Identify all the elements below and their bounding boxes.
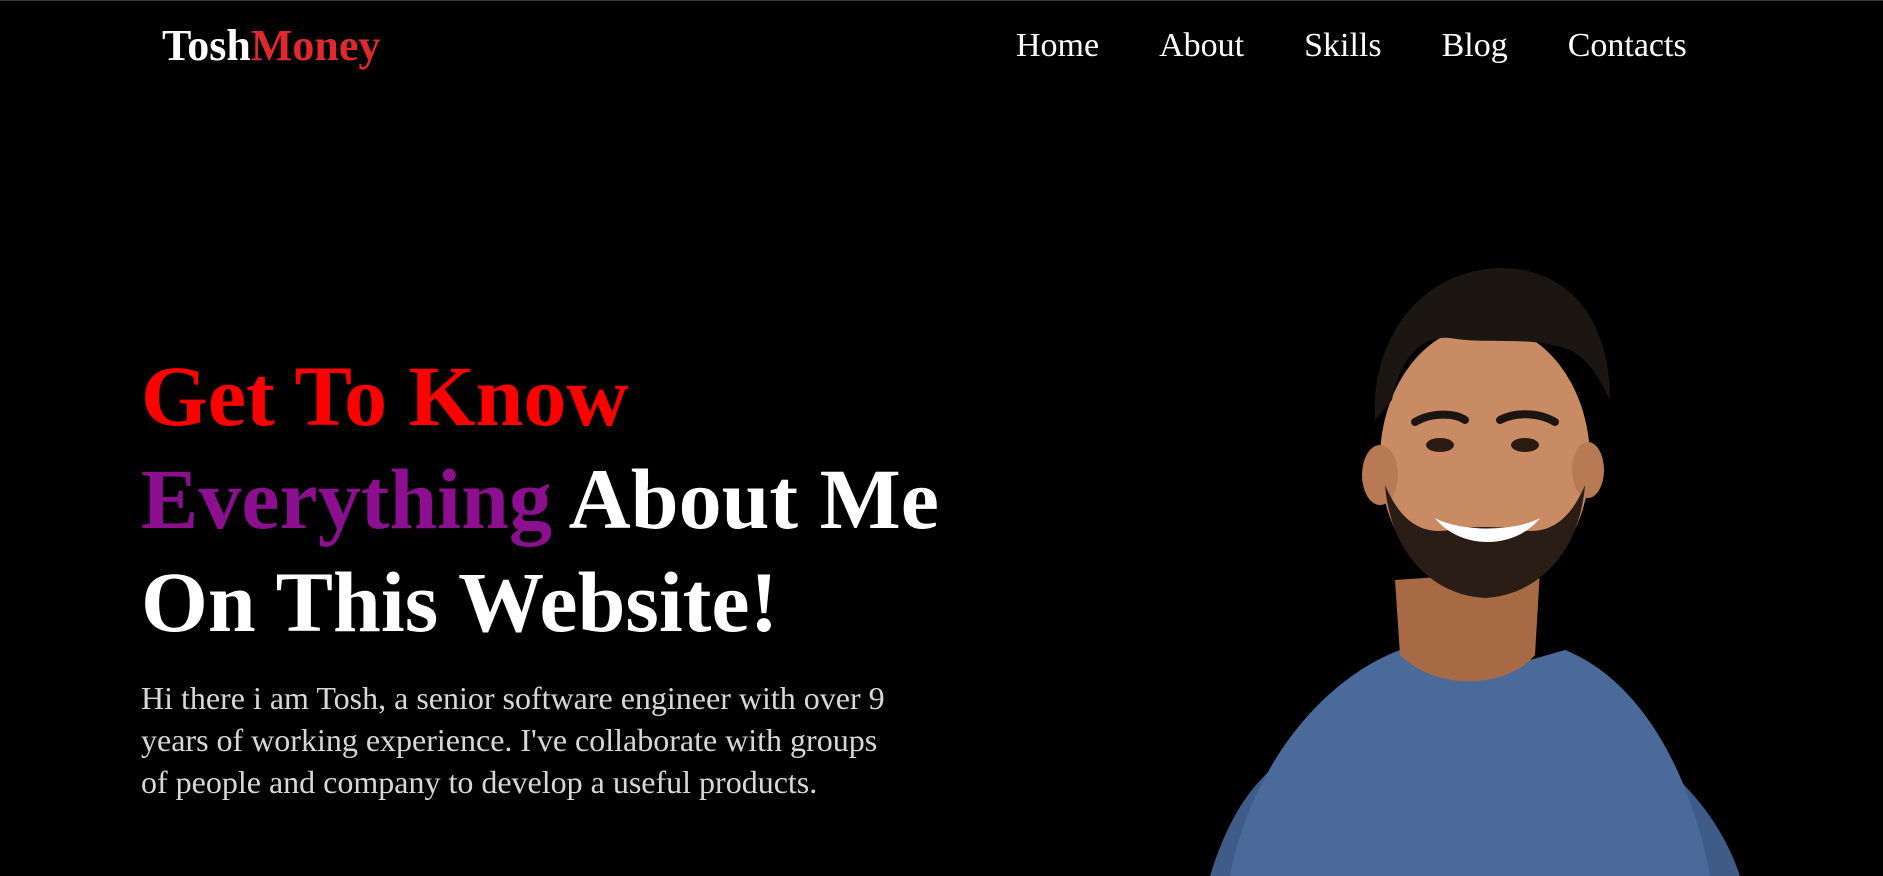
hero-heading: Get To Know Everything About Me On This … bbox=[141, 345, 939, 654]
portrait-ear-right bbox=[1572, 442, 1604, 498]
logo-second-word: Money bbox=[250, 21, 381, 70]
nav-item-skills[interactable]: Skills bbox=[1304, 24, 1381, 68]
hero-line-3: On This Website! bbox=[141, 554, 779, 650]
portrait-ear-left bbox=[1362, 445, 1398, 505]
hero-highlight-word: Everything bbox=[141, 451, 552, 547]
nav-item-home[interactable]: Home bbox=[1016, 24, 1099, 68]
portrait-shirt bbox=[1230, 650, 1710, 876]
person-photo-icon bbox=[1210, 268, 1740, 876]
nav-item-about[interactable]: About bbox=[1159, 24, 1244, 68]
nav-item-contacts[interactable]: Contacts bbox=[1568, 24, 1687, 68]
hero-line-1: Get To Know bbox=[141, 348, 629, 444]
nav-item-blog[interactable]: Blog bbox=[1442, 24, 1508, 68]
portrait-eye-right bbox=[1511, 438, 1539, 452]
site-logo[interactable]: ToshMoney bbox=[162, 20, 380, 72]
portrait-eye-left bbox=[1426, 438, 1454, 452]
main-nav: Home About Skills Blog Contacts bbox=[1016, 24, 1687, 68]
top-border bbox=[0, 0, 1883, 1]
hero-line-2-rest: About Me bbox=[568, 451, 939, 547]
logo-first-word: Tosh bbox=[162, 21, 251, 70]
hero-intro-text: Hi there i am Tosh, a senior software en… bbox=[141, 680, 885, 800]
